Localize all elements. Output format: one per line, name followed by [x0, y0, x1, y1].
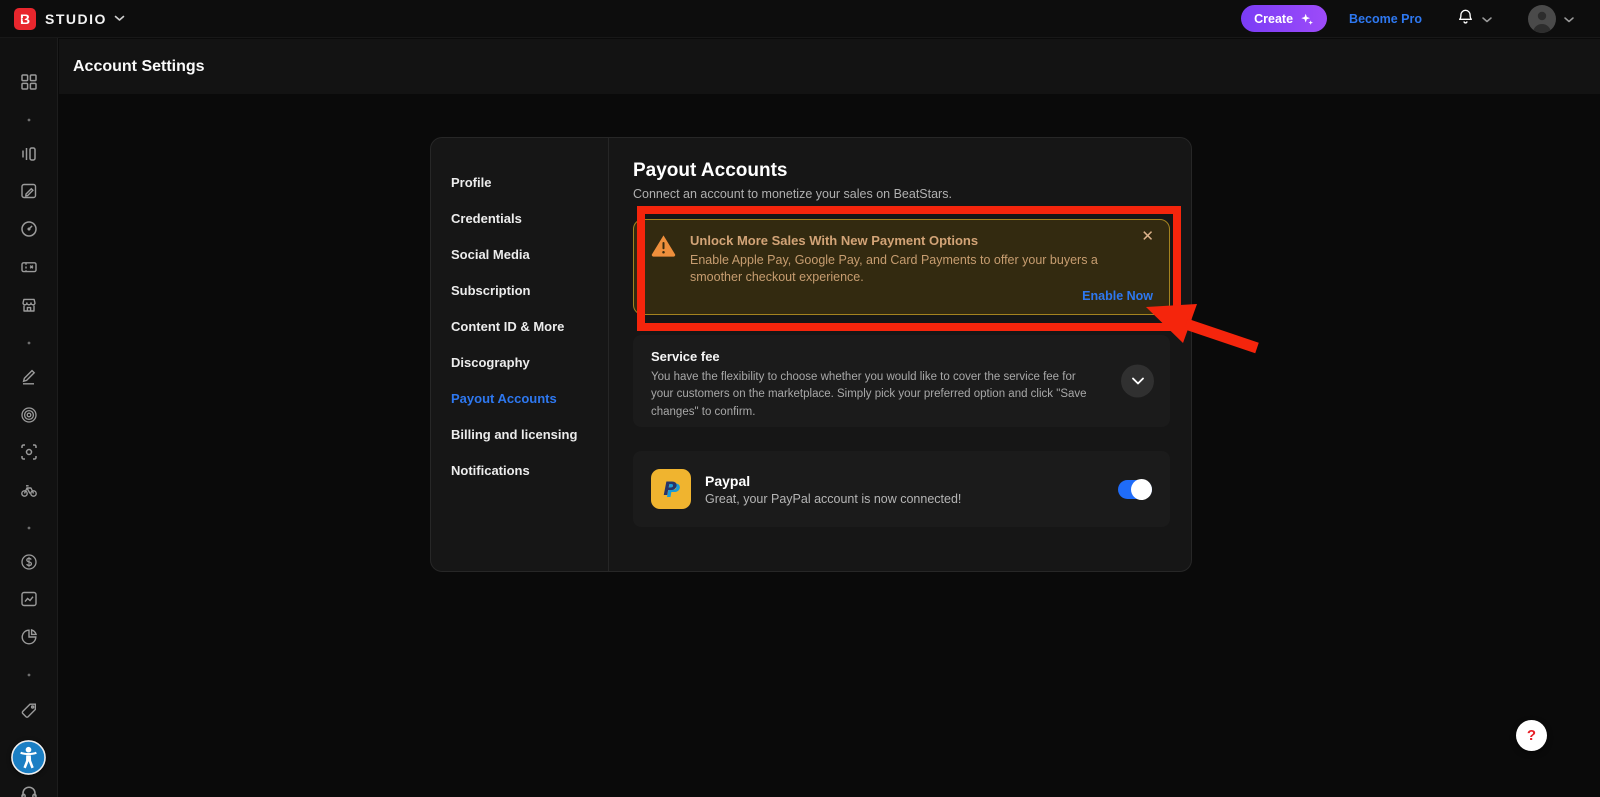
banner-body: Enable Apple Pay, Google Pay, and Card P… [690, 252, 1153, 287]
icon-sidebar [0, 38, 58, 797]
paypal-status: Great, your PayPal account is now connec… [705, 492, 961, 506]
panel-title: Payout Accounts [633, 160, 1170, 182]
beatstars-logo-icon[interactable]: B ★ [14, 8, 36, 30]
ticket-icon[interactable] [0, 255, 57, 279]
paypal-title: Paypal [705, 473, 961, 489]
settings-nav-subscription[interactable]: Subscription [451, 272, 608, 308]
panel-subtitle: Connect an account to monetize your sale… [633, 187, 1170, 201]
svg-text:P: P [663, 479, 677, 500]
chart-image-icon[interactable] [0, 587, 57, 611]
service-fee-expand-button[interactable] [1121, 365, 1154, 398]
paypal-toggle[interactable] [1118, 480, 1152, 499]
service-fee-title: Service fee [651, 349, 1100, 364]
sparkles-icon [1300, 12, 1314, 26]
settings-nav-content-id-more[interactable]: Content ID & More [451, 308, 608, 344]
settings-nav-credentials[interactable]: Credentials [451, 200, 608, 236]
page-header: Account Settings [59, 39, 1600, 94]
page-title: Account Settings [73, 58, 205, 76]
pie-chart-icon[interactable] [0, 625, 57, 649]
gauge-icon[interactable] [0, 217, 57, 241]
settings-card: ProfileCredentialsSocial MediaSubscripti… [430, 137, 1192, 572]
accessibility-icon[interactable] [0, 738, 57, 776]
settings-nav-profile[interactable]: Profile [451, 164, 608, 200]
bell-icon [1456, 7, 1475, 31]
settings-nav-social-media[interactable]: Social Media [451, 236, 608, 272]
store-icon[interactable] [0, 293, 57, 317]
content-area: ProfileCredentialsSocial MediaSubscripti… [59, 94, 1600, 797]
create-button[interactable]: Create [1241, 5, 1327, 32]
dot-separator [0, 331, 57, 355]
notes-edit-icon[interactable] [0, 179, 57, 203]
settings-nav-discography[interactable]: Discography [451, 344, 608, 380]
scan-focus-icon[interactable] [0, 440, 57, 464]
warning-triangle-icon [650, 233, 677, 301]
settings-nav-payout-accounts[interactable]: Payout Accounts [451, 380, 608, 416]
help-button[interactable]: ? [1516, 720, 1547, 751]
paypal-logo-icon: P P [651, 469, 691, 509]
bell-chevron-down-icon [1482, 10, 1492, 28]
tag-icon[interactable] [0, 699, 57, 723]
avatar [1528, 5, 1556, 33]
notifications-menu[interactable] [1456, 7, 1492, 31]
headphones-icon[interactable] [0, 780, 57, 797]
pencil-icon[interactable] [0, 365, 57, 389]
toggle-knob [1131, 479, 1152, 500]
brand-name: STUDIO [45, 11, 107, 27]
service-fee-description: You have the flexibility to choose wheth… [651, 369, 1100, 421]
become-pro-link[interactable]: Become Pro [1349, 12, 1422, 26]
settings-nav: ProfileCredentialsSocial MediaSubscripti… [431, 138, 609, 571]
paypal-row: P P Paypal Great, your PayPal account is… [633, 451, 1170, 527]
paypal-text: Paypal Great, your PayPal account is now… [705, 473, 961, 506]
create-button-label: Create [1254, 12, 1293, 26]
dot-separator [0, 108, 57, 132]
service-fee-row: Service fee You have the flexibility to … [633, 335, 1170, 427]
enable-now-link[interactable]: Enable Now [1082, 289, 1153, 303]
settings-nav-billing-and-licensing[interactable]: Billing and licensing [451, 416, 608, 452]
payment-options-banner: Unlock More Sales With New Payment Optio… [633, 219, 1170, 315]
payout-panel: Payout Accounts Connect an account to mo… [609, 138, 1191, 571]
bike-icon[interactable] [0, 478, 57, 502]
dot-separator [0, 663, 57, 687]
dashboard-grid-icon[interactable] [0, 70, 57, 94]
logo-star-icon: ★ [21, 16, 26, 23]
banner-title: Unlock More Sales With New Payment Optio… [690, 233, 1153, 248]
studio-chevron-down-icon[interactable] [114, 15, 125, 22]
avatar-chevron-down-icon [1564, 10, 1574, 28]
account-menu[interactable] [1528, 5, 1574, 33]
top-app-bar: B ★ STUDIO Create Become Pro [0, 0, 1600, 38]
tracks-library-icon[interactable] [0, 142, 57, 166]
dollar-circle-icon[interactable] [0, 550, 57, 574]
dot-separator [0, 516, 57, 540]
close-x-icon[interactable]: ✕ [1141, 229, 1154, 244]
settings-nav-notifications[interactable]: Notifications [451, 452, 608, 488]
fingerprint-globe-icon[interactable] [0, 403, 57, 427]
